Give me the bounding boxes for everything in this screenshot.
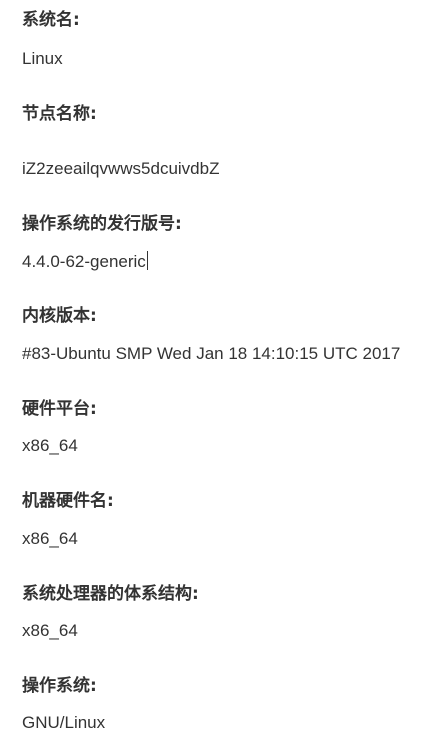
kernel-release-label: 操作系统的发行版号:	[22, 214, 182, 234]
processor-label: 系统处理器的体系结构:	[22, 584, 199, 604]
operating-system-value: GNU/Linux	[22, 713, 106, 732]
kernel-version-value: #83-Ubuntu SMP Wed Jan 18 14:10:15 UTC 2…	[22, 344, 401, 363]
machine-value: x86_64	[22, 529, 78, 548]
sysname-value: Linux	[22, 49, 63, 68]
nodename-label: 节点名称:	[22, 104, 97, 124]
hardware-platform-value: x86_64	[22, 436, 78, 455]
nodename-value: iZ2zeeailqvwws5dcuivdbZ	[22, 159, 220, 178]
hardware-platform-label: 硬件平台:	[22, 399, 97, 419]
sysname-label: 系统名:	[22, 10, 80, 30]
kernel-release-value[interactable]: 4.4.0-62-generic	[22, 251, 148, 272]
machine-label: 机器硬件名:	[22, 491, 114, 511]
kernel-release-text: 4.4.0-62-generic	[22, 252, 146, 271]
text-cursor	[146, 251, 148, 270]
kernel-version-label: 内核版本:	[22, 306, 97, 326]
operating-system-label: 操作系统:	[22, 676, 97, 696]
processor-value: x86_64	[22, 621, 78, 640]
